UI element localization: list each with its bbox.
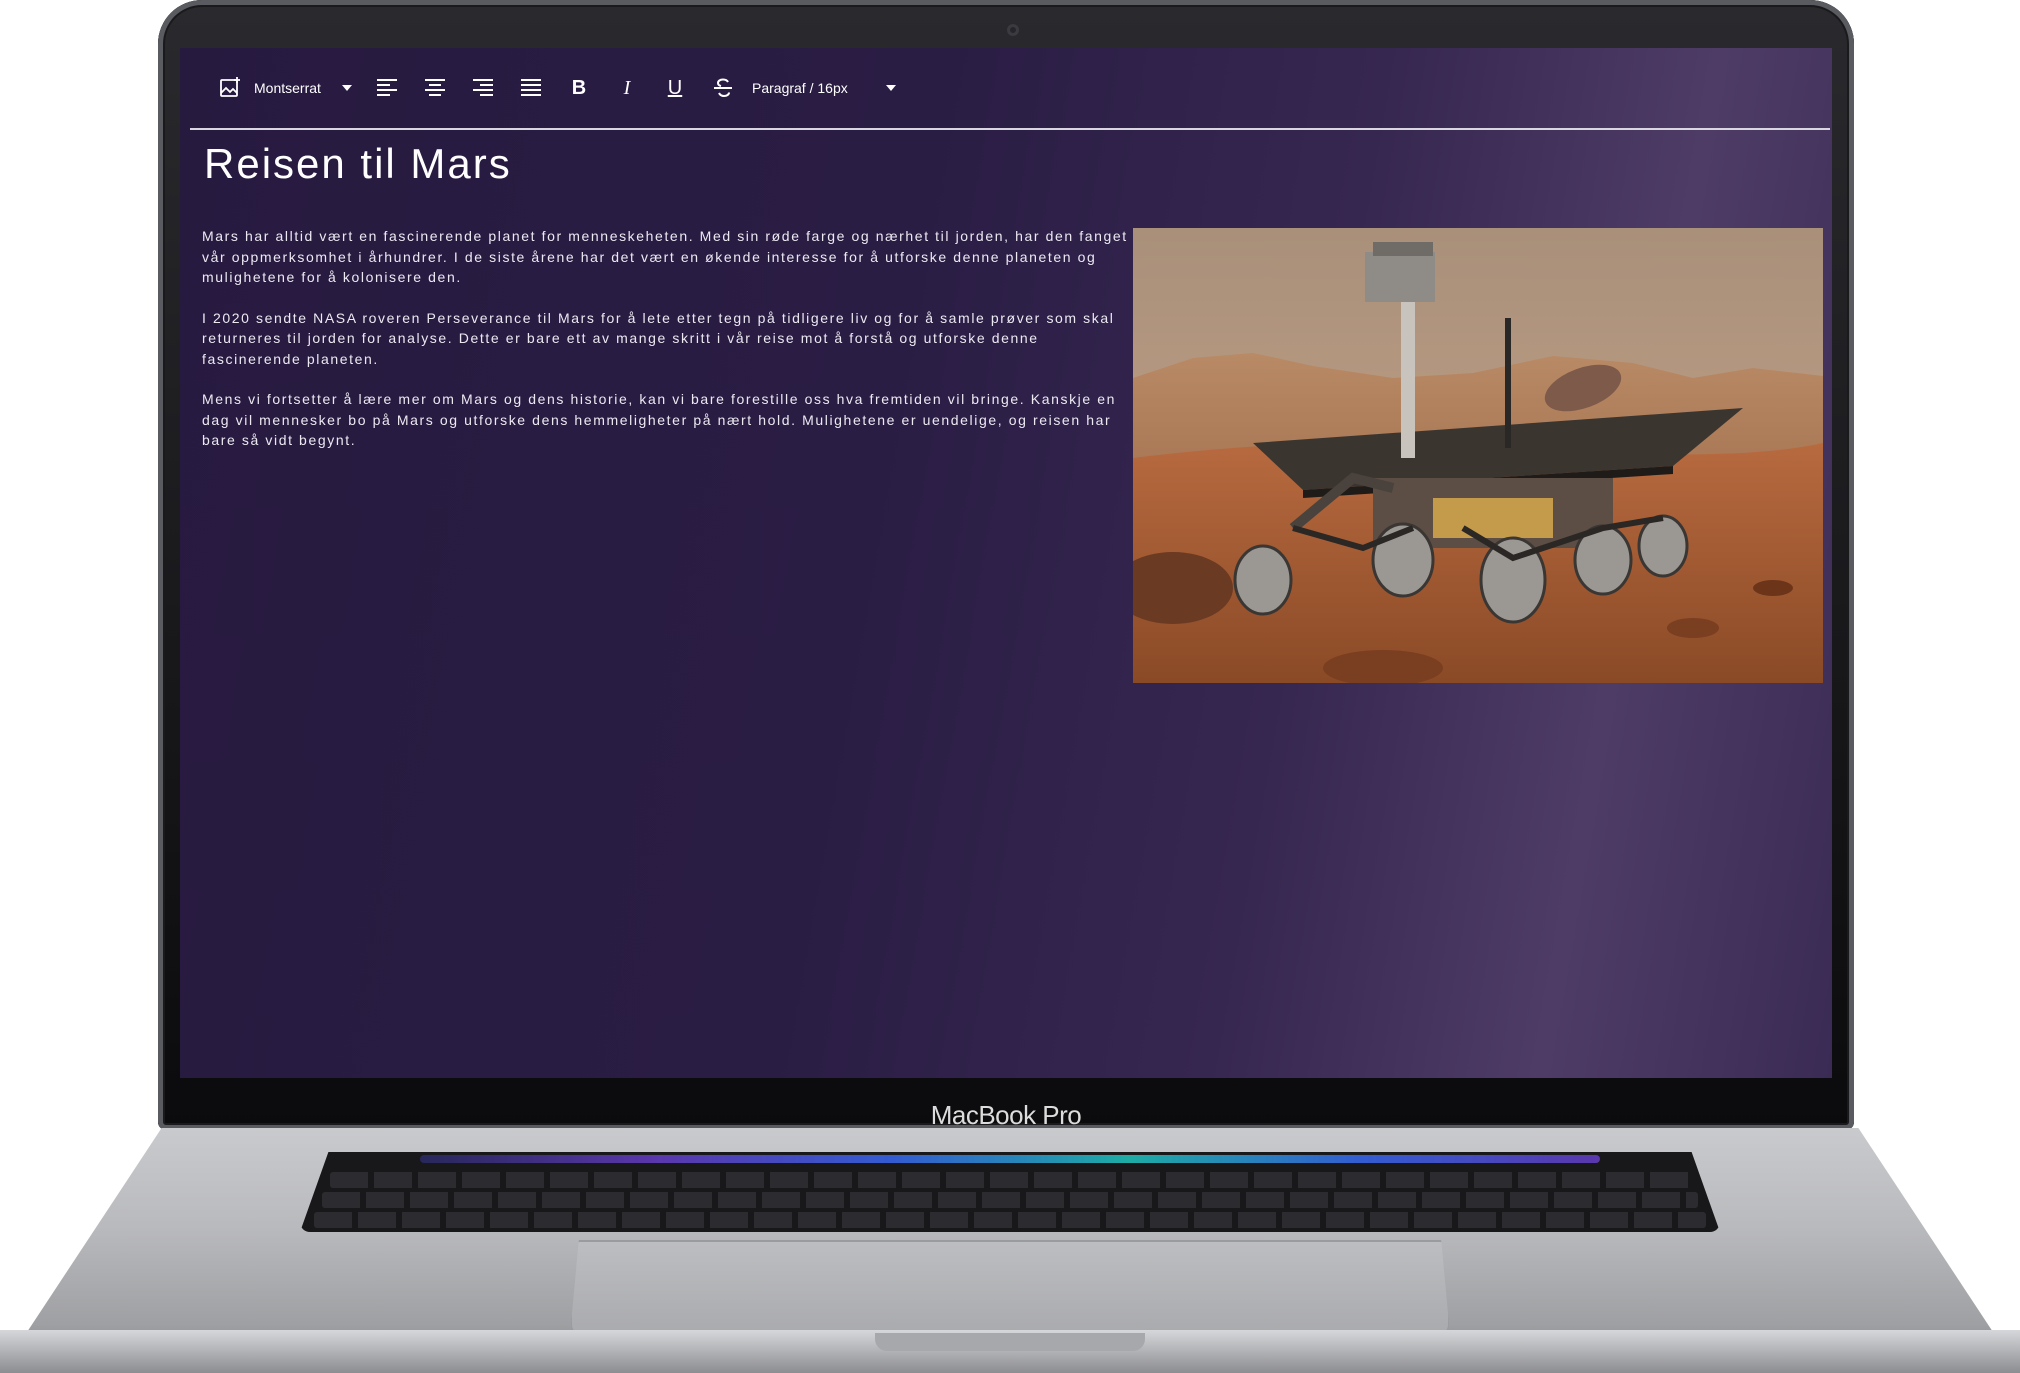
paragraph-style-value: Paragraf / 16px [752, 80, 848, 96]
align-right-button[interactable] [470, 70, 496, 106]
paragraph-style-select[interactable]: Paragraf / 16px [752, 70, 862, 106]
font-family-dropdown-icon[interactable] [340, 70, 354, 106]
align-justify-button[interactable] [518, 70, 544, 106]
touch-bar [420, 1155, 1600, 1163]
font-family-select[interactable]: Montserrat [254, 70, 334, 106]
webcam [1007, 24, 1019, 36]
italic-button[interactable]: I [614, 70, 640, 106]
document-title[interactable]: Reisen til Mars [204, 140, 512, 188]
mars-rover-illustration [1133, 228, 1823, 683]
align-left-icon [377, 79, 397, 96]
device-brand-label: MacBook Pro [930, 1100, 1082, 1130]
align-center-icon [425, 79, 445, 96]
font-family-value: Montserrat [254, 80, 321, 96]
document-body[interactable]: Mars har alltid vært en fascinerende pla… [202, 226, 1132, 471]
bold-icon: B [571, 76, 587, 99]
toolbar-divider [190, 128, 1830, 130]
italic-icon: I [623, 76, 631, 99]
keyboard-row [314, 1212, 1706, 1228]
align-left-button[interactable] [374, 70, 400, 106]
align-justify-icon [521, 79, 541, 96]
paragraph[interactable]: Mars har alltid vært en fascinerende pla… [202, 226, 1132, 288]
paragraph[interactable]: I 2020 sendte NASA roveren Perseverance … [202, 308, 1132, 370]
trackpad [570, 1240, 1450, 1335]
align-right-icon [473, 79, 493, 96]
chevron-down-icon [342, 85, 352, 91]
underline-button[interactable]: U [662, 70, 688, 106]
underline-icon: U [667, 76, 683, 99]
align-center-button[interactable] [422, 70, 448, 106]
lid-notch [875, 1333, 1145, 1351]
chevron-down-icon [886, 85, 896, 91]
formatting-toolbar: Montserrat B I U Paragraf / 16px [190, 48, 1830, 128]
insert-image-icon[interactable] [216, 70, 244, 106]
paragraph-style-dropdown-icon[interactable] [884, 70, 898, 106]
strikethrough-icon [714, 78, 732, 98]
editor-screen: Montserrat B I U Paragraf / 16px Reisen … [180, 48, 1832, 1078]
keyboard-row [330, 1172, 1690, 1188]
keyboard-row [322, 1192, 1698, 1208]
strikethrough-button[interactable] [710, 70, 736, 106]
bold-button[interactable]: B [566, 70, 592, 106]
paragraph[interactable]: Mens vi fortsetter å lære mer om Mars og… [202, 389, 1132, 451]
mars-rover-image[interactable] [1133, 228, 1823, 683]
